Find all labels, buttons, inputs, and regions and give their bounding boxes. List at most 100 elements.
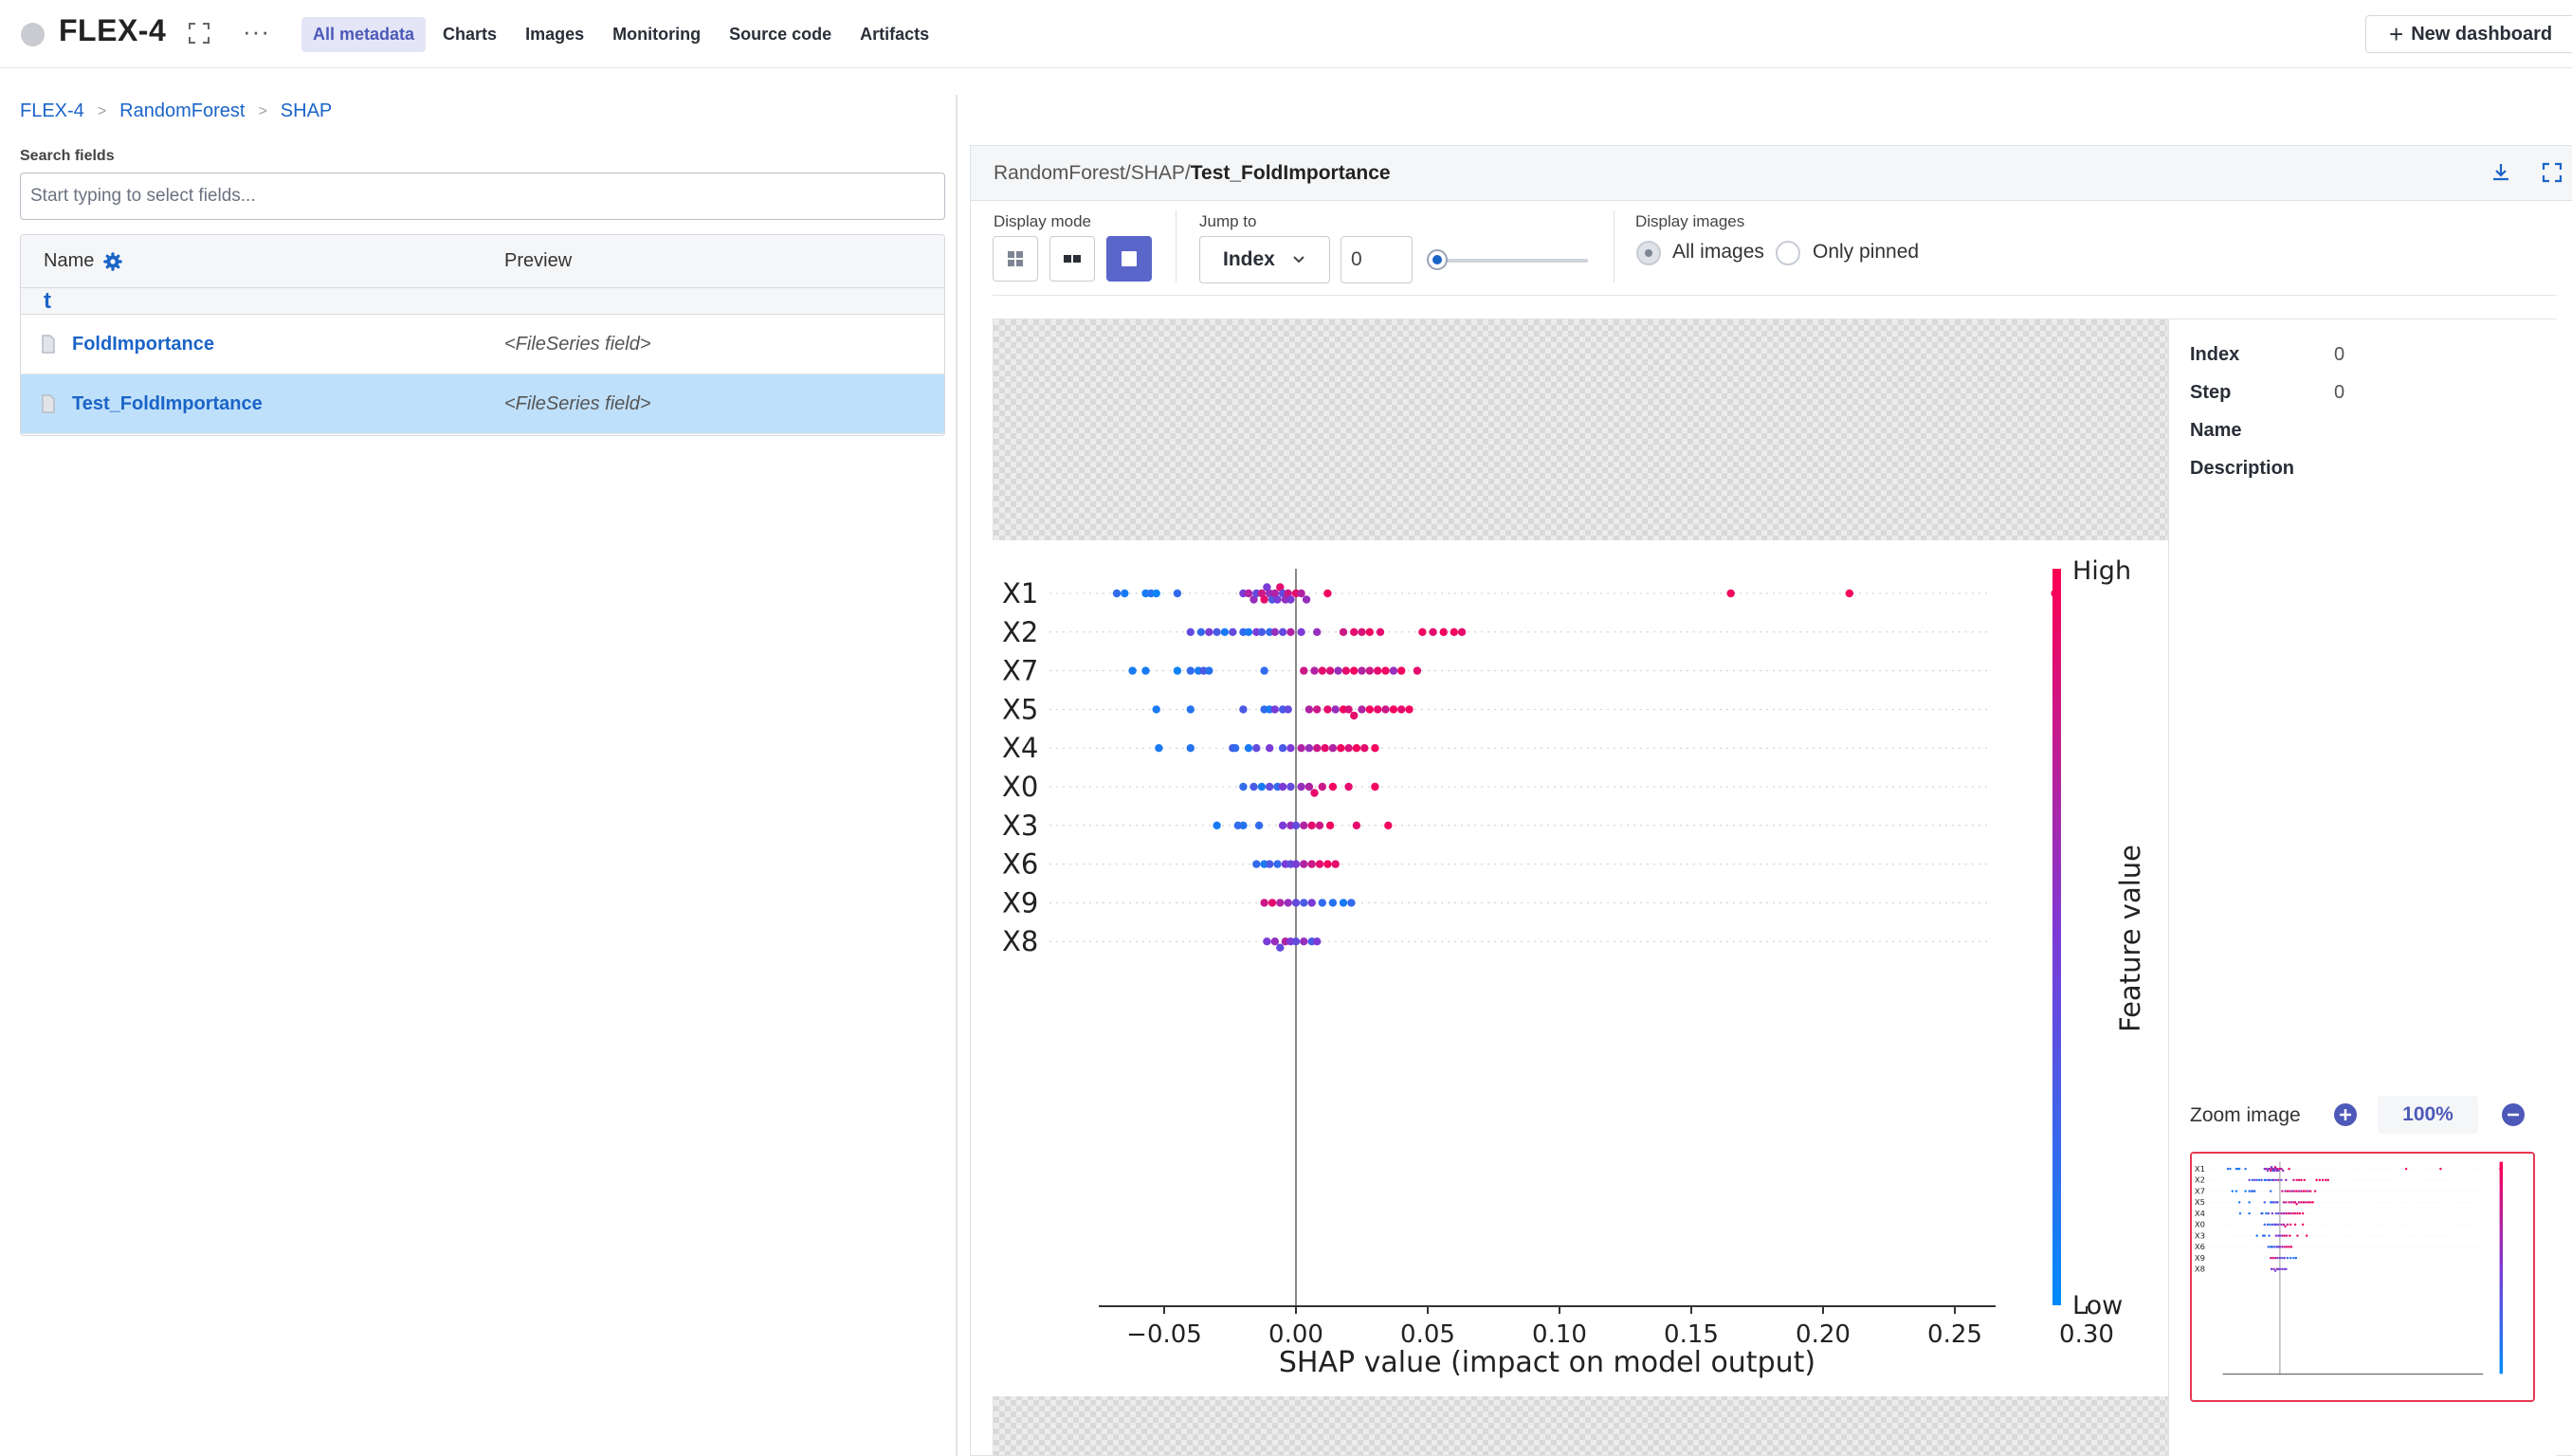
x-tick-label: 0.20 — [1796, 1320, 1851, 1349]
shap-point-x7 — [2281, 1190, 2284, 1192]
shap-point-x8 — [1291, 937, 1301, 946]
divider — [1176, 210, 1177, 282]
radio-only-pinned-label[interactable]: Only pinned — [1813, 241, 1919, 264]
tab-source-code[interactable]: Source code — [718, 17, 843, 52]
shap-point-x2 — [1457, 628, 1467, 636]
tab-artifacts[interactable]: Artifacts — [848, 17, 940, 52]
tab-charts[interactable]: Charts — [431, 17, 508, 52]
image-thumbnail[interactable]: X1 X2 X7 X5 X4 X0 X3 X6 X9 X8 — [2190, 1152, 2535, 1402]
shap-point-x0 — [1286, 782, 1295, 792]
search-fields-input[interactable] — [20, 173, 945, 220]
shap-point-x4 — [2271, 1211, 2274, 1215]
radio-all-images-label[interactable]: All images — [1672, 241, 1764, 264]
shap-point-x1 — [2265, 1167, 2268, 1171]
tab-images[interactable]: Images — [514, 17, 595, 52]
radio-only-pinned[interactable] — [1776, 241, 1800, 265]
shap-point-x5 — [2272, 1201, 2275, 1204]
jump-to-input[interactable] — [1341, 236, 1413, 283]
shap-point-x0 — [2280, 1223, 2283, 1227]
gear-icon[interactable] — [103, 251, 123, 271]
shap-point-x5 — [2302, 1201, 2306, 1204]
shap-point-x4 — [2293, 1211, 2297, 1215]
shap-point-x5 — [1304, 705, 1314, 714]
thumbnail-background — [2192, 1154, 2533, 1400]
info-name-label: Name — [2190, 420, 2242, 441]
shap-point-x2 — [2253, 1178, 2256, 1182]
radio-all-images[interactable] — [1636, 241, 1661, 265]
breadcrumb-shap[interactable]: SHAP — [281, 100, 332, 122]
expand-icon[interactable] — [187, 21, 211, 46]
shap-point-x1 — [1726, 589, 1735, 598]
breadcrumb-randomforest[interactable]: RandomForest — [119, 100, 245, 122]
grid-view-button[interactable] — [993, 236, 1038, 282]
shap-point-x7 — [1128, 666, 1137, 675]
shap-point-x4 — [1252, 744, 1261, 753]
fullscreen-icon[interactable] — [2539, 159, 2565, 186]
shap-point-x7 — [2308, 1190, 2312, 1192]
field-preview: <FileSeries field> — [504, 334, 651, 355]
more-options-icon[interactable]: ··· — [243, 17, 270, 46]
field-path-name: Test_FoldImportance — [1190, 162, 1391, 184]
shap-point-x1 — [2281, 1169, 2285, 1173]
shap-point-x7 — [2231, 1190, 2235, 1192]
breadcrumb-project[interactable]: FLEX-4 — [20, 100, 84, 122]
shap-point-x2 — [1439, 628, 1448, 636]
shap-point-x1 — [2244, 1167, 2247, 1171]
shap-point-x7 — [1381, 666, 1390, 675]
breadcrumb: FLEX-4 > RandomForest > SHAP — [20, 100, 332, 122]
grid-icon — [1008, 251, 1023, 266]
step-slider-track[interactable] — [1433, 259, 1588, 263]
shap-point-x7 — [1374, 666, 1382, 675]
shap-point-x2 — [2257, 1178, 2261, 1182]
shap-point-x7 — [1365, 666, 1374, 675]
step-slider-handle[interactable] — [1427, 249, 1448, 270]
jump-to-select[interactable]: Index — [1199, 236, 1330, 283]
table-row[interactable]: FoldImportance <FileSeries field> — [21, 315, 944, 374]
shap-point-x5 — [2307, 1201, 2309, 1204]
shap-point-x5 — [1374, 705, 1382, 714]
shap-point-x8 — [2273, 1269, 2277, 1272]
new-dashboard-button[interactable]: + New dashboard — [2365, 15, 2572, 53]
feature-label-x2: X2 — [1002, 616, 1038, 648]
shap-point-x5 — [2282, 1201, 2286, 1204]
shap-point-x7 — [2297, 1190, 2301, 1192]
shap-point-x2 — [1429, 628, 1437, 636]
shap-point-x7 — [2295, 1190, 2298, 1192]
image-info-panel: Index 0 Step 0 Name Description Zoom ima… — [2168, 318, 2557, 1456]
table-header: Name Preview — [21, 235, 944, 288]
shap-point-x4 — [1304, 744, 1314, 753]
shap-point-x7 — [2269, 1190, 2272, 1192]
panel-splitter[interactable] — [956, 95, 958, 1456]
shap-point-x2 — [2300, 1178, 2303, 1182]
two-columns-icon — [1064, 255, 1081, 263]
field-name[interactable]: Test_FoldImportance — [72, 393, 263, 415]
compare-view-button[interactable] — [1049, 236, 1095, 282]
shap-point-x0 — [1304, 782, 1314, 792]
zoom-in-icon[interactable] — [2333, 1102, 2358, 1127]
shap-point-x7 — [2302, 1190, 2306, 1192]
shap-point-x5 — [2293, 1201, 2297, 1204]
shap-point-x2 — [1244, 628, 1253, 636]
zoom-out-icon[interactable] — [2501, 1102, 2526, 1127]
shap-point-x6 — [1266, 860, 1274, 868]
tab-all-metadata[interactable]: All metadata — [301, 17, 427, 52]
shap-point-x2 — [2303, 1178, 2306, 1182]
shap-point-x7 — [2290, 1190, 2294, 1192]
shap-point-x7 — [1141, 666, 1150, 675]
shap-point-x4 — [1344, 744, 1353, 753]
shap-point-x2 — [2297, 1178, 2301, 1182]
feature-label-x2: X2 — [2195, 1175, 2205, 1185]
shap-point-x7 — [1358, 666, 1366, 675]
tab-monitoring[interactable]: Monitoring — [601, 17, 712, 52]
shap-point-x3 — [1315, 821, 1324, 829]
shap-point-x5 — [1152, 705, 1160, 714]
shap-point-x0 — [2277, 1223, 2280, 1227]
shap-point-x8 — [2281, 1267, 2284, 1271]
shap-point-x1 — [1112, 589, 1122, 598]
download-icon[interactable] — [2488, 159, 2514, 186]
feature-label-x0: X0 — [2195, 1220, 2205, 1229]
field-name[interactable]: FoldImportance — [72, 334, 214, 355]
parent-folder-row[interactable]: t — [21, 288, 944, 315]
single-view-button[interactable] — [1106, 236, 1152, 282]
table-row[interactable]: Test_FoldImportance <FileSeries field> — [21, 374, 944, 434]
